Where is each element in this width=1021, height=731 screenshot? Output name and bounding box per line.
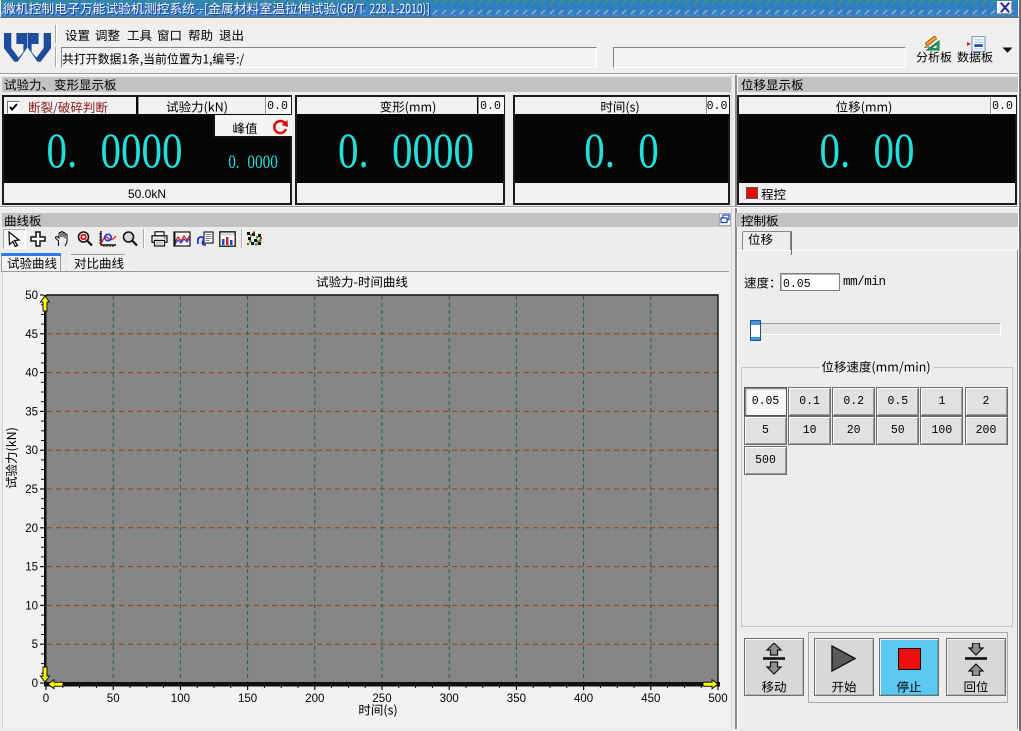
svg-text:350: 350	[507, 693, 526, 705]
svg-text:20: 20	[25, 523, 38, 535]
svg-text:10: 10	[25, 600, 38, 612]
svg-text:200: 200	[305, 693, 324, 705]
svg-text:300: 300	[440, 693, 459, 705]
svg-text:150: 150	[238, 693, 257, 705]
svg-text:15: 15	[25, 562, 38, 574]
svg-text:250: 250	[372, 693, 391, 705]
svg-text:100: 100	[171, 693, 190, 705]
svg-text:500: 500	[708, 693, 727, 705]
svg-text:0: 0	[43, 693, 49, 705]
svg-text:50: 50	[107, 693, 120, 705]
svg-text:30: 30	[25, 445, 38, 457]
svg-text:5: 5	[32, 639, 38, 651]
svg-text:0: 0	[32, 678, 38, 690]
svg-text:40: 40	[25, 368, 38, 380]
svg-text:450: 450	[641, 693, 660, 705]
svg-text:35: 35	[25, 406, 38, 418]
svg-text:25: 25	[25, 484, 38, 496]
svg-text:400: 400	[574, 693, 593, 705]
svg-text:45: 45	[25, 329, 38, 341]
svg-text:50: 50	[25, 290, 38, 302]
